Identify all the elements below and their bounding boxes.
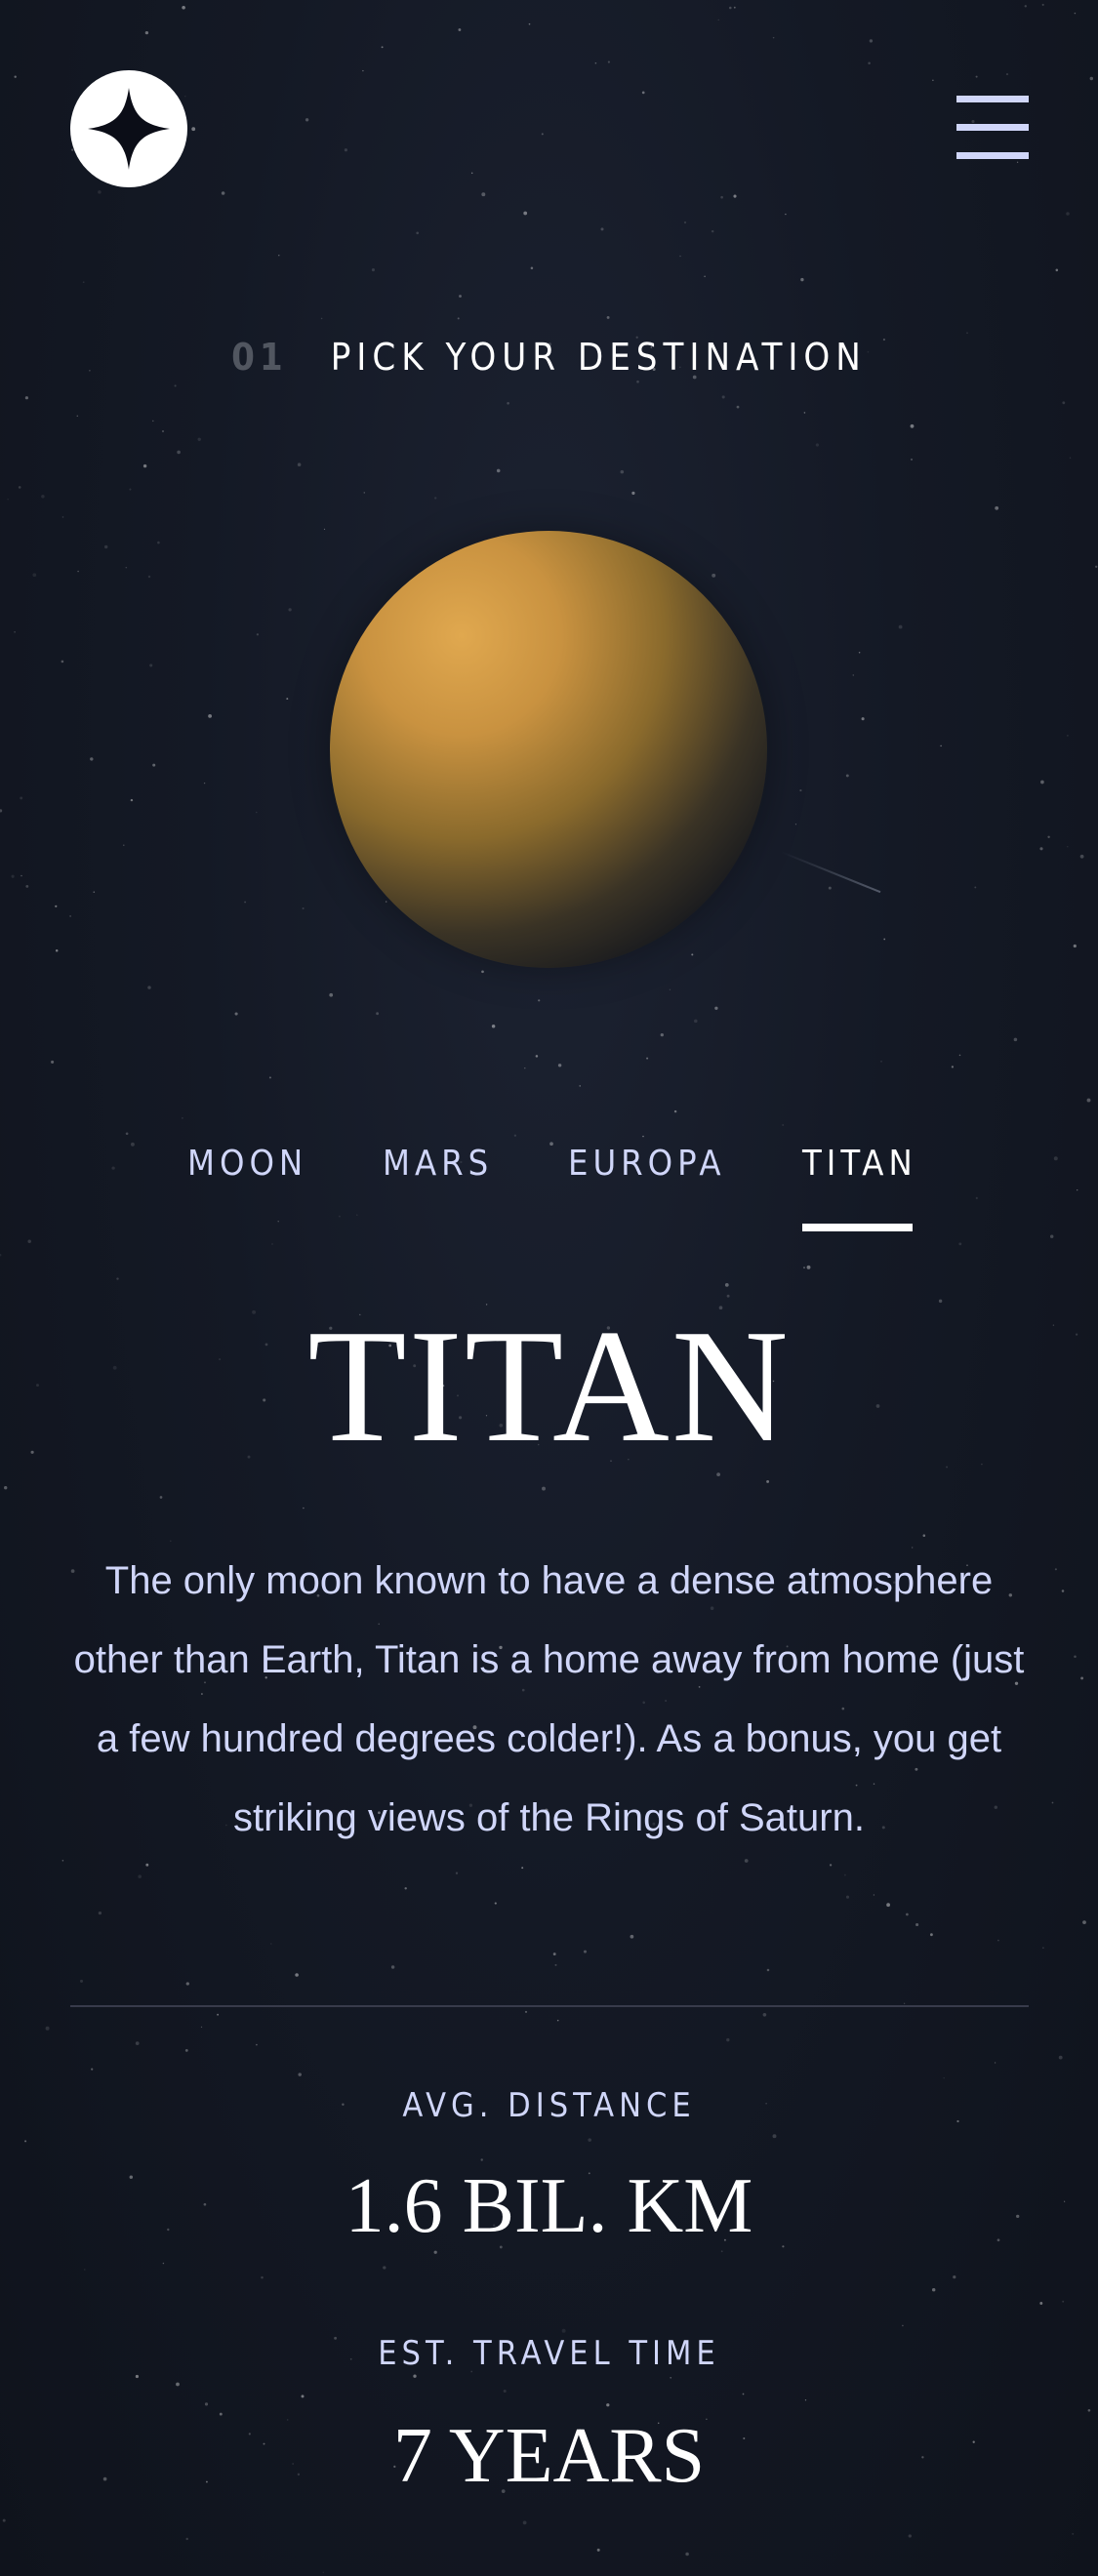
tab-titan[interactable]: TITAN bbox=[802, 1140, 917, 1233]
tab-moon[interactable]: MOON bbox=[187, 1140, 307, 1233]
tab-mars[interactable]: MARS bbox=[383, 1140, 493, 1233]
destination-name: TITAN bbox=[307, 1296, 791, 1475]
menu-bar-top bbox=[956, 96, 1029, 102]
hamburger-menu-icon[interactable] bbox=[956, 96, 1029, 160]
stats-divider bbox=[70, 2005, 1029, 2007]
travel-time-value: 7 YEARS bbox=[392, 2413, 706, 2499]
destination-page: 01 PICK YOUR DESTINATION MOON MARS EUROPA… bbox=[0, 0, 1098, 2576]
star-logo-shape bbox=[88, 88, 170, 170]
menu-bar-middle bbox=[956, 124, 1029, 131]
section-number: 01 bbox=[231, 336, 288, 379]
destination-tabs: MOON MARS EUROPA TITAN bbox=[0, 1140, 1098, 1233]
avg-distance-value: 1.6 BIL. KM bbox=[345, 2163, 753, 2249]
titan-planet-image bbox=[330, 531, 767, 968]
avg-distance-label: AVG. DISTANCE bbox=[402, 2086, 696, 2125]
destination-description: The only moon known to have a dense atmo… bbox=[73, 1559, 1025, 1839]
tab-europa[interactable]: EUROPA bbox=[568, 1140, 726, 1233]
travel-time-label: EST. TRAVEL TIME bbox=[378, 2334, 720, 2373]
star-logo-icon[interactable] bbox=[70, 70, 187, 187]
menu-bar-bottom bbox=[956, 152, 1029, 159]
section-title: PICK YOUR DESTINATION bbox=[330, 336, 867, 379]
shooting-star-streak bbox=[780, 851, 881, 894]
section-heading: 01 PICK YOUR DESTINATION bbox=[0, 332, 1098, 382]
